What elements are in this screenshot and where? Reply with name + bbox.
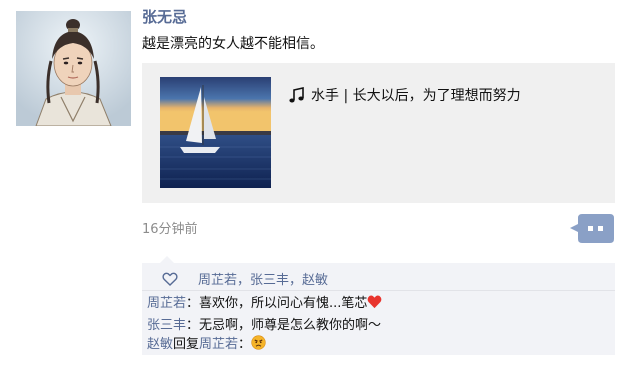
- comment-action-button[interactable]: [570, 212, 614, 245]
- angry-face-emoji: [251, 335, 266, 350]
- comment-item[interactable]: 张三丰：无忌啊，师尊是怎么教你的啊～: [147, 314, 381, 333]
- commenter-name[interactable]: 赵敏: [147, 337, 173, 352]
- post-timestamp: 16分钟前: [142, 222, 198, 237]
- likes-row: 周芷若，张三丰，赵敏: [162, 269, 328, 288]
- shared-music-title: 水手 | 长大以后，为了理想而努力: [288, 85, 521, 105]
- likes-comments-panel: 周芷若，张三丰，赵敏 周芷若：喜欢你，所以问心有愧...笔芯 张三丰：无忌啊，师…: [142, 256, 615, 355]
- sailboat-thumbnail: [160, 77, 271, 188]
- comment-item[interactable]: 周芷若：喜欢你，所以问心有愧...笔芯: [147, 292, 382, 311]
- reply-target-name[interactable]: 周芷若: [199, 337, 238, 352]
- comment-dots-icon: [570, 214, 614, 243]
- likes-names[interactable]: 周芷若，张三丰，赵敏: [198, 269, 328, 288]
- commenter-name[interactable]: 周芷若: [147, 296, 186, 311]
- red-heart-emoji: [367, 294, 382, 309]
- comment-separator: ：: [238, 337, 252, 352]
- shared-music-card[interactable]: 水手 | 长大以后，为了理想而努力: [142, 63, 615, 203]
- comment-text: 无忌啊，师尊是怎么教你的啊～: [199, 318, 382, 333]
- author-avatar[interactable]: [16, 11, 131, 126]
- author-name[interactable]: 张无忌: [142, 6, 187, 27]
- music-note-icon: [288, 86, 305, 104]
- commenter-name[interactable]: 张三丰: [147, 318, 186, 333]
- reply-word: 回复: [173, 337, 200, 352]
- comment-separator: ：: [186, 318, 200, 333]
- likes-divider: [142, 290, 615, 291]
- comment-text: 喜欢你，所以问心有愧...笔芯: [199, 296, 368, 311]
- comment-item[interactable]: 赵敏回复周芷若：: [147, 333, 266, 352]
- heart-outline-icon: [162, 271, 178, 287]
- post-text: 越是漂亮的女人越不能相信。: [142, 36, 324, 52]
- shared-music-title-text: 水手 | 长大以后，为了理想而努力: [311, 88, 521, 104]
- comment-separator: ：: [186, 296, 200, 311]
